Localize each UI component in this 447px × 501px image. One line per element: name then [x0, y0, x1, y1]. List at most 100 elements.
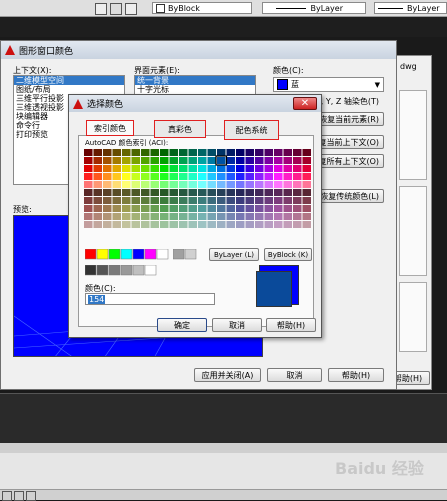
aci-swatch[interactable] — [160, 213, 169, 220]
aci-swatch[interactable] — [179, 189, 188, 196]
aci-swatch[interactable] — [141, 197, 150, 204]
aci-swatch[interactable] — [245, 165, 255, 172]
aci-swatch[interactable] — [112, 213, 122, 220]
aci-swatch[interactable] — [217, 213, 226, 220]
aci-swatch[interactable] — [122, 221, 131, 228]
aci-swatch[interactable] — [93, 197, 103, 204]
aci-swatch[interactable] — [188, 221, 198, 228]
aci-swatch[interactable] — [160, 149, 169, 156]
aci-swatch[interactable] — [283, 189, 293, 196]
aci-swatch[interactable] — [274, 165, 283, 172]
aci-swatch[interactable] — [188, 149, 198, 156]
aci-swatch[interactable] — [169, 157, 179, 164]
color-swatch[interactable] — [144, 265, 157, 276]
aci-swatch[interactable] — [93, 221, 103, 228]
aci-swatch[interactable] — [302, 181, 312, 188]
aci-swatch[interactable] — [264, 165, 274, 172]
aci-swatch[interactable] — [226, 181, 236, 188]
aci-swatch[interactable] — [188, 197, 198, 204]
aci-swatch[interactable] — [245, 213, 255, 220]
aci-swatch[interactable] — [217, 149, 226, 156]
aci-swatch[interactable] — [264, 181, 274, 188]
aci-swatch[interactable] — [217, 189, 226, 196]
aci-swatch[interactable] — [302, 157, 312, 164]
aci-swatch[interactable] — [198, 205, 207, 212]
aci-swatch[interactable] — [150, 165, 160, 172]
aci-swatch[interactable] — [141, 205, 150, 212]
aci-swatch[interactable] — [236, 157, 245, 164]
color-swatch[interactable] — [108, 249, 121, 260]
element-list-item[interactable]: 统一背景 — [135, 76, 255, 85]
aci-swatch[interactable] — [283, 221, 293, 228]
aci-swatch[interactable] — [293, 221, 302, 228]
aci-swatch[interactable] — [188, 205, 198, 212]
aci-swatch[interactable] — [207, 173, 217, 180]
color-help-button[interactable]: 帮助(H) — [266, 318, 316, 332]
color-swatch[interactable] — [108, 265, 121, 276]
aci-swatch[interactable] — [207, 149, 217, 156]
aci-swatch[interactable] — [160, 173, 169, 180]
aci-swatch[interactable] — [255, 213, 264, 220]
aci-swatch[interactable] — [198, 149, 207, 156]
aci-swatch[interactable] — [122, 173, 131, 180]
aci-swatch[interactable] — [150, 205, 160, 212]
aci-swatch[interactable] — [283, 149, 293, 156]
aci-swatch[interactable] — [198, 181, 207, 188]
aci-swatch[interactable] — [103, 189, 112, 196]
aci-swatch[interactable] — [150, 181, 160, 188]
aci-swatch[interactable] — [84, 165, 93, 172]
aci-swatch[interactable] — [112, 197, 122, 204]
aci-swatch[interactable] — [84, 189, 93, 196]
aci-swatch[interactable] — [179, 149, 188, 156]
aci-swatch[interactable] — [217, 197, 226, 204]
aci-swatch[interactable] — [255, 205, 264, 212]
aci-swatch[interactable] — [274, 221, 283, 228]
main-dialog-titlebar[interactable]: 图形窗口颜色 — [1, 41, 396, 59]
aci-swatch[interactable] — [293, 149, 302, 156]
aci-swatch[interactable] — [84, 181, 93, 188]
aci-swatch[interactable] — [131, 197, 141, 204]
aci-swatch[interactable] — [141, 221, 150, 228]
aci-swatch[interactable] — [198, 173, 207, 180]
aci-swatch[interactable] — [245, 221, 255, 228]
gray-color-swatches[interactable] — [85, 265, 165, 277]
color-swatch[interactable] — [120, 265, 133, 276]
aci-swatch[interactable] — [245, 197, 255, 204]
byblock-combo[interactable]: ByBlock — [152, 2, 252, 14]
aci-swatch[interactable] — [293, 197, 302, 204]
aci-swatch[interactable] — [169, 221, 179, 228]
aci-swatch[interactable] — [179, 181, 188, 188]
aci-swatch[interactable] — [112, 165, 122, 172]
tab-index-color[interactable]: 索引颜色 — [86, 120, 134, 136]
layer-tool-icon[interactable] — [95, 3, 107, 15]
aci-swatch[interactable] — [283, 197, 293, 204]
aci-swatch[interactable] — [103, 181, 112, 188]
aci-swatch[interactable] — [293, 205, 302, 212]
aci-swatch[interactable] — [226, 197, 236, 204]
aci-swatch[interactable] — [122, 213, 131, 220]
aci-swatch[interactable] — [112, 189, 122, 196]
aci-swatch[interactable] — [188, 165, 198, 172]
aci-swatch[interactable] — [131, 221, 141, 228]
aci-swatch[interactable] — [93, 181, 103, 188]
aci-swatch[interactable] — [112, 205, 122, 212]
aci-swatch[interactable] — [245, 205, 255, 212]
command-scrollbar[interactable] — [0, 443, 447, 453]
aci-swatch[interactable] — [141, 181, 150, 188]
tab-color-books[interactable]: 配色系统 — [224, 120, 279, 140]
color-swatch[interactable] — [85, 265, 97, 276]
aci-swatch[interactable] — [103, 149, 112, 156]
aci-swatch[interactable] — [84, 213, 93, 220]
aci-swatch[interactable] — [188, 173, 198, 180]
aci-swatch[interactable] — [122, 149, 131, 156]
aci-swatch[interactable] — [122, 181, 131, 188]
aci-swatch[interactable] — [141, 149, 150, 156]
aci-swatch[interactable] — [122, 157, 131, 164]
aci-swatch[interactable] — [245, 149, 255, 156]
aci-swatch[interactable] — [302, 165, 312, 172]
aci-swatch[interactable] — [274, 181, 283, 188]
aci-swatch[interactable] — [236, 221, 245, 228]
main-cancel-button[interactable]: 取消 — [267, 368, 322, 382]
ok-button[interactable]: 确定 — [157, 318, 207, 332]
aci-swatch[interactable] — [236, 213, 245, 220]
